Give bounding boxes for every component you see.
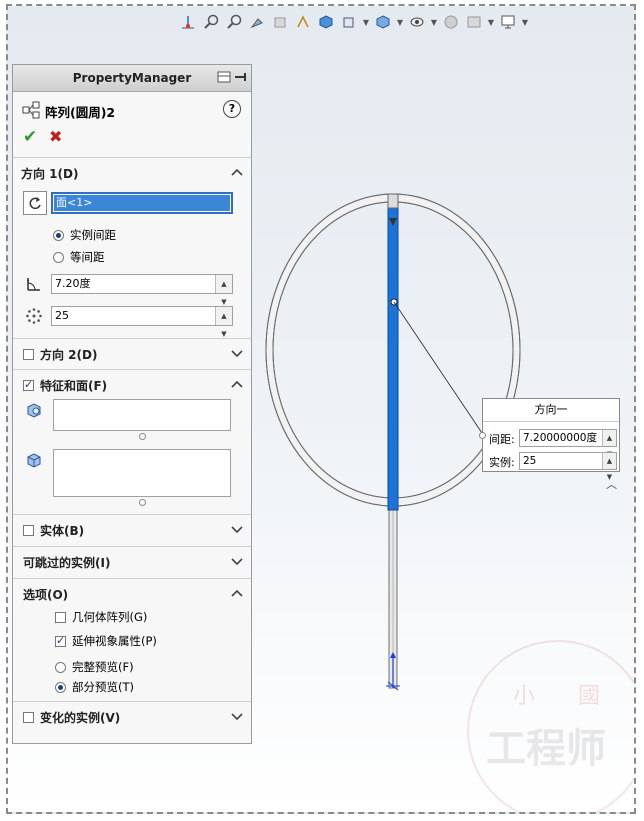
help-button[interactable]: ? bbox=[223, 100, 241, 118]
split-view-icon[interactable] bbox=[217, 70, 231, 84]
callout-spacing-value: 7.20000000度 bbox=[523, 432, 597, 444]
direction1-header[interactable]: 方向 1(D) bbox=[13, 157, 251, 188]
radio-instance-spacing[interactable]: 实例间距 bbox=[53, 227, 116, 243]
list-resize-handle[interactable] bbox=[139, 433, 146, 440]
radio-equal-spacing-button[interactable] bbox=[53, 251, 64, 263]
angle-icon bbox=[23, 273, 45, 295]
watermark-bottom-text: 工程师 bbox=[486, 725, 606, 772]
callout-spacing-spinner[interactable]: ▲▼ bbox=[602, 430, 616, 458]
ok-cancel-row: ✔ ✖ bbox=[13, 127, 251, 149]
direction2-label: 方向 2(D) bbox=[40, 347, 98, 362]
angle-value: 7.20度 bbox=[55, 277, 91, 290]
features-to-pattern-list[interactable] bbox=[53, 399, 231, 431]
callout-instances-field[interactable]: 25 ▲ ▼ bbox=[519, 452, 617, 481]
header-icons bbox=[217, 70, 247, 84]
direction-callout: 方向一 间距: 7.20000000度 ▲▼ 实例: 25 ▲▼ bbox=[479, 398, 620, 481]
angle-spinner[interactable]: ▲ ▼ bbox=[215, 275, 232, 306]
pin-icon[interactable] bbox=[233, 70, 247, 84]
origin-triad-icon bbox=[386, 652, 400, 691]
faces-to-pattern-list[interactable] bbox=[53, 449, 231, 497]
collapse-chevron-icon[interactable] bbox=[231, 587, 243, 601]
expand-chevron-icon[interactable] bbox=[231, 555, 243, 569]
graphics-area[interactable]: ▼ ▼ ▼ ▼ ▼ 小 國 工程师 方向一 间距: 7.20000000度 ▲ … bbox=[6, 4, 636, 814]
callout-instances-spinner[interactable]: ▲ ▼ bbox=[602, 453, 616, 481]
reverse-direction-icon[interactable] bbox=[23, 191, 47, 215]
radio-equal-spacing-label: 等间距 bbox=[70, 250, 105, 264]
direction-selection-box[interactable]: 面<1> bbox=[51, 192, 233, 214]
radio-instance-spacing-button[interactable] bbox=[53, 229, 64, 241]
partial-preview-option[interactable]: 部分预览(T) bbox=[55, 679, 134, 695]
callout-spacing-label: 间距: bbox=[489, 433, 515, 446]
bodies-label: 实体(B) bbox=[40, 523, 85, 538]
callout-instances-label: 实例: bbox=[489, 456, 515, 469]
bodies-header[interactable]: 实体(B) bbox=[13, 514, 251, 545]
feature-title: 阵列(圆周)2 bbox=[45, 105, 116, 120]
options-label: 选项(O) bbox=[23, 587, 69, 602]
callout-instances-value: 25 bbox=[523, 455, 537, 467]
callout-anchor bbox=[479, 432, 486, 439]
expand-chevron-icon[interactable] bbox=[231, 710, 243, 724]
watermark-top-text: 小 國 bbox=[513, 684, 618, 709]
varied-instances-checkbox[interactable] bbox=[23, 711, 34, 723]
instances-spinner[interactable]: ▲ ▼ bbox=[215, 307, 232, 338]
collapse-chevron-icon[interactable] bbox=[231, 166, 243, 180]
direction1-label: 方向 1(D) bbox=[21, 166, 79, 181]
skip-instances-header[interactable]: 可跳过的实例(I) bbox=[13, 546, 251, 577]
feature-title-row: 阵列(圆周)2 ? bbox=[13, 99, 251, 121]
direction-selection-item[interactable]: 面<1> bbox=[54, 195, 230, 211]
features-faces-checkbox[interactable] bbox=[23, 378, 34, 391]
expand-chevron-icon[interactable] bbox=[231, 523, 243, 537]
features-to-pattern-icon bbox=[23, 399, 45, 421]
propagate-visual-label: 延伸视象属性(P) bbox=[72, 634, 157, 648]
callout-collapse-icon[interactable]: ︿ bbox=[606, 476, 617, 492]
circular-pattern-icon bbox=[22, 101, 40, 119]
full-preview-label: 完整预览(F) bbox=[72, 660, 134, 674]
direction2-header[interactable]: 方向 2(D) bbox=[13, 338, 251, 369]
instances-input[interactable]: 25 ▲ ▼ bbox=[51, 306, 233, 338]
full-preview-option[interactable]: 完整预览(F) bbox=[55, 659, 134, 675]
ok-button[interactable]: ✔ bbox=[23, 127, 37, 147]
geometry-pattern-option[interactable]: 几何体阵列(G) bbox=[55, 609, 147, 625]
varied-instances-label: 变化的实例(V) bbox=[40, 710, 121, 725]
instances-value: 25 bbox=[55, 309, 69, 322]
propagate-visual-checkbox[interactable] bbox=[55, 634, 66, 647]
partial-preview-radio[interactable] bbox=[55, 681, 66, 693]
list-resize-handle[interactable] bbox=[139, 499, 146, 506]
property-manager-panel: PropertyManager 阵列(圆周)2 ? ✔ ✖ 方向 1(D) 面<… bbox=[12, 64, 252, 744]
bodies-checkbox[interactable] bbox=[23, 524, 34, 536]
faces-to-pattern-icon bbox=[23, 449, 45, 471]
cancel-button[interactable]: ✖ bbox=[49, 127, 62, 146]
selected-face[interactable] bbox=[387, 197, 399, 511]
callout-leader bbox=[393, 301, 483, 434]
expand-chevron-icon[interactable] bbox=[231, 347, 243, 361]
options-header[interactable]: 选项(O) bbox=[13, 578, 251, 609]
callout-title: 方向一 bbox=[483, 399, 619, 422]
radio-instance-spacing-label: 实例间距 bbox=[70, 228, 116, 242]
features-faces-header[interactable]: 特征和面(F) bbox=[13, 369, 251, 400]
direction2-checkbox[interactable] bbox=[23, 348, 34, 360]
full-preview-radio[interactable] bbox=[55, 661, 66, 673]
pattern-preview-instance bbox=[387, 193, 399, 209]
geometry-pattern-label: 几何体阵列(G) bbox=[72, 610, 148, 624]
property-manager-header: PropertyManager bbox=[13, 65, 251, 92]
radio-equal-spacing[interactable]: 等间距 bbox=[53, 249, 105, 265]
partial-preview-label: 部分预览(T) bbox=[72, 680, 134, 694]
collapse-chevron-icon[interactable] bbox=[231, 378, 243, 392]
varied-instances-header[interactable]: 变化的实例(V) bbox=[13, 701, 251, 732]
features-faces-label: 特征和面(F) bbox=[40, 378, 108, 393]
instances-count-icon bbox=[23, 305, 45, 327]
skip-instances-label: 可跳过的实例(I) bbox=[23, 555, 111, 570]
callout-spacing-field[interactable]: 7.20000000度 ▲▼ bbox=[519, 429, 617, 458]
geometry-pattern-checkbox[interactable] bbox=[55, 611, 66, 623]
propagate-visual-option[interactable]: 延伸视象属性(P) bbox=[55, 633, 157, 649]
property-manager-title: PropertyManager bbox=[72, 71, 192, 85]
angle-input[interactable]: 7.20度 ▲ ▼ bbox=[51, 274, 233, 306]
